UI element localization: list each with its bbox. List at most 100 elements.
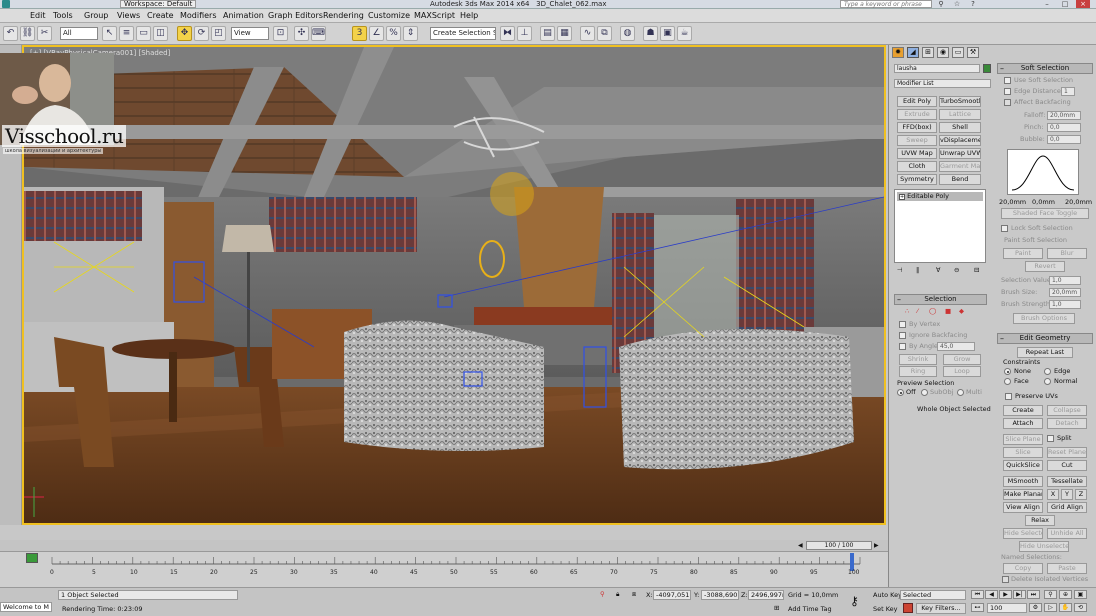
create-tab-icon[interactable]: ✹ [892,47,904,58]
modifier-garment-maker-button[interactable]: Garment Maker [939,161,981,172]
zoom-all-icon[interactable]: ⊕ [1059,590,1072,599]
constraint-face-radio[interactable] [1004,378,1011,385]
binoculars-icon[interactable]: ⚲ [934,0,948,8]
planar-y-button[interactable]: Y [1061,489,1073,500]
time-slider-thumb[interactable]: 100 / 100 [806,541,872,550]
copy-button[interactable]: Copy [1003,563,1043,574]
zoom-extents-icon[interactable]: ▣ [1074,590,1087,599]
view-align-button[interactable]: View Align [1003,502,1043,513]
create-button[interactable]: Create [1003,405,1043,416]
key-filters-button[interactable]: Key Filters... [916,603,966,614]
menu-create[interactable]: Create [147,11,174,20]
go-to-start-icon[interactable]: ⏮ [971,590,984,599]
cut-button[interactable]: Cut [1047,460,1087,471]
mini-curve-editor-icon[interactable] [26,553,38,563]
key-filter-icon[interactable] [903,603,913,613]
shrink-button[interactable]: Shrink [899,354,937,365]
current-frame-field[interactable]: 100 [987,603,1027,613]
maximize-icon[interactable]: □ [1058,0,1072,8]
show-end-result-icon[interactable]: ‖ [916,266,919,274]
y-coordinate-field[interactable]: -3088,690 [701,590,739,600]
modify-tab-icon[interactable]: ◢ [907,47,919,58]
set-key-icon[interactable]: ⚷ [850,594,859,608]
attach-button[interactable]: Attach [1003,418,1043,429]
modifier-symmetry-button[interactable]: Symmetry [897,174,937,185]
configure-sets-icon[interactable]: ⊟ [974,266,979,274]
soft-selection-rollout-header[interactable]: – Soft Selection [997,63,1093,74]
curve-editor-icon[interactable]: ∿ [580,26,595,41]
reset-plane-button[interactable]: Reset Plane [1047,447,1087,458]
snap-toggle-icon[interactable]: 3 [352,26,367,41]
align-icon[interactable]: ⊥ [517,26,532,41]
link-icon[interactable]: ⛓ [20,26,35,41]
lock-soft-selection-checkbox[interactable] [1001,225,1008,232]
select-by-name-icon[interactable]: ≡ [119,26,134,41]
remove-modifier-icon[interactable]: ⊖ [954,266,959,274]
field-of-view-icon[interactable]: ▷ [1044,603,1057,612]
star-icon[interactable]: ☆ [950,0,964,8]
constraint-normal-radio[interactable] [1044,378,1051,385]
constraint-none-radio[interactable] [1004,368,1011,375]
hierarchy-tab-icon[interactable]: ⊞ [922,47,934,58]
bubble-field[interactable]: 0,0 [1047,135,1081,144]
preview-subobj-radio[interactable] [921,389,928,396]
time-slider[interactable]: ◀ 100 / 100 ▶ [0,540,888,551]
app-icon[interactable] [2,0,10,8]
unhide-all-button[interactable]: Unhide All [1047,528,1087,539]
modifier-sweep-button[interactable]: Sweep [897,135,937,146]
menu-tools[interactable]: Tools [53,11,73,20]
render-icon[interactable]: ☕ [677,26,692,41]
select-object-icon[interactable]: ↖ [102,26,117,41]
orbit-icon[interactable]: ⟲ [1074,603,1087,612]
brush-size-field[interactable]: 20,0mm [1049,288,1081,297]
set-key-label[interactable]: Set Key [873,605,898,613]
pan-icon[interactable]: ✋ [1059,603,1072,612]
next-frame-icon[interactable]: ▶| [1013,590,1026,599]
menu-views[interactable]: Views [117,11,140,20]
menu-maxscript[interactable]: MAXScript [414,11,455,20]
vertex-mode-icon[interactable]: ∴ [905,307,909,315]
selection-rollout-header[interactable]: – Selection [894,294,987,305]
falloff-field[interactable]: 20,0mm [1047,111,1081,120]
selection-region-icon[interactable]: ▭ [136,26,151,41]
preserve-uvs-checkbox[interactable] [1005,393,1012,400]
minimize-icon[interactable]: – [1040,0,1054,8]
pinch-field[interactable]: 0,0 [1047,123,1081,132]
tessellate-button[interactable]: Tessellate [1047,476,1087,487]
make-unique-icon[interactable]: ∀ [936,266,940,274]
time-slider-right-arrow[interactable]: ▶ [874,541,882,550]
selection-value-field[interactable]: 1,0 [1049,276,1081,285]
selection-filter-dropdown[interactable]: All [60,27,98,40]
element-mode-icon[interactable]: ◆ [959,307,964,315]
brush-strength-field[interactable]: 1,0 [1049,300,1081,309]
modifier-uvw-map-button[interactable]: UVW Map [897,148,937,159]
render-setup-icon[interactable]: ☗ [643,26,658,41]
play-icon[interactable]: ▶ [999,590,1012,599]
brush-options-button[interactable]: Brush Options [1013,313,1075,324]
slice-button[interactable]: Slice [1003,447,1043,458]
spinner-snap-icon[interactable]: ⇕ [403,26,418,41]
modifier-vdisplacement-button[interactable]: vDisplacementM [939,135,981,146]
unlink-icon[interactable]: ✂ [37,26,52,41]
shaded-face-toggle-button[interactable]: Shaded Face Toggle [1001,208,1089,219]
quickslice-button[interactable]: QuickSlice [1003,460,1043,471]
material-editor-icon[interactable]: ◍ [620,26,635,41]
affect-backfacing-checkbox[interactable] [1004,99,1011,106]
repeat-last-button[interactable]: Repeat Last [1017,347,1073,358]
pivot-center-icon[interactable]: ⊡ [273,26,288,41]
grow-button[interactable]: Grow [943,354,981,365]
delete-isolated-checkbox[interactable] [1002,576,1009,583]
loop-button[interactable]: Loop [943,366,981,377]
stack-item-editable-poly[interactable]: + Editable Poly [897,192,983,201]
paste-button[interactable]: Paste [1047,563,1087,574]
menu-graph-editors[interactable]: Graph Editors [268,11,323,20]
paint-button[interactable]: Paint [1003,248,1043,259]
reference-coordinate-dropdown[interactable]: View [231,27,269,40]
menu-help[interactable]: Help [460,11,478,20]
modifier-ffd-button[interactable]: FFD(box) [897,122,937,133]
perspective-viewport[interactable]: [+] [VRayPhysicalCamera001] [Shaded] [22,45,886,525]
key-mode-dropdown[interactable]: Selected [900,590,966,600]
preview-off-radio[interactable] [897,389,904,396]
scale-icon[interactable]: ◰ [211,26,226,41]
by-vertex-checkbox[interactable] [899,321,906,328]
